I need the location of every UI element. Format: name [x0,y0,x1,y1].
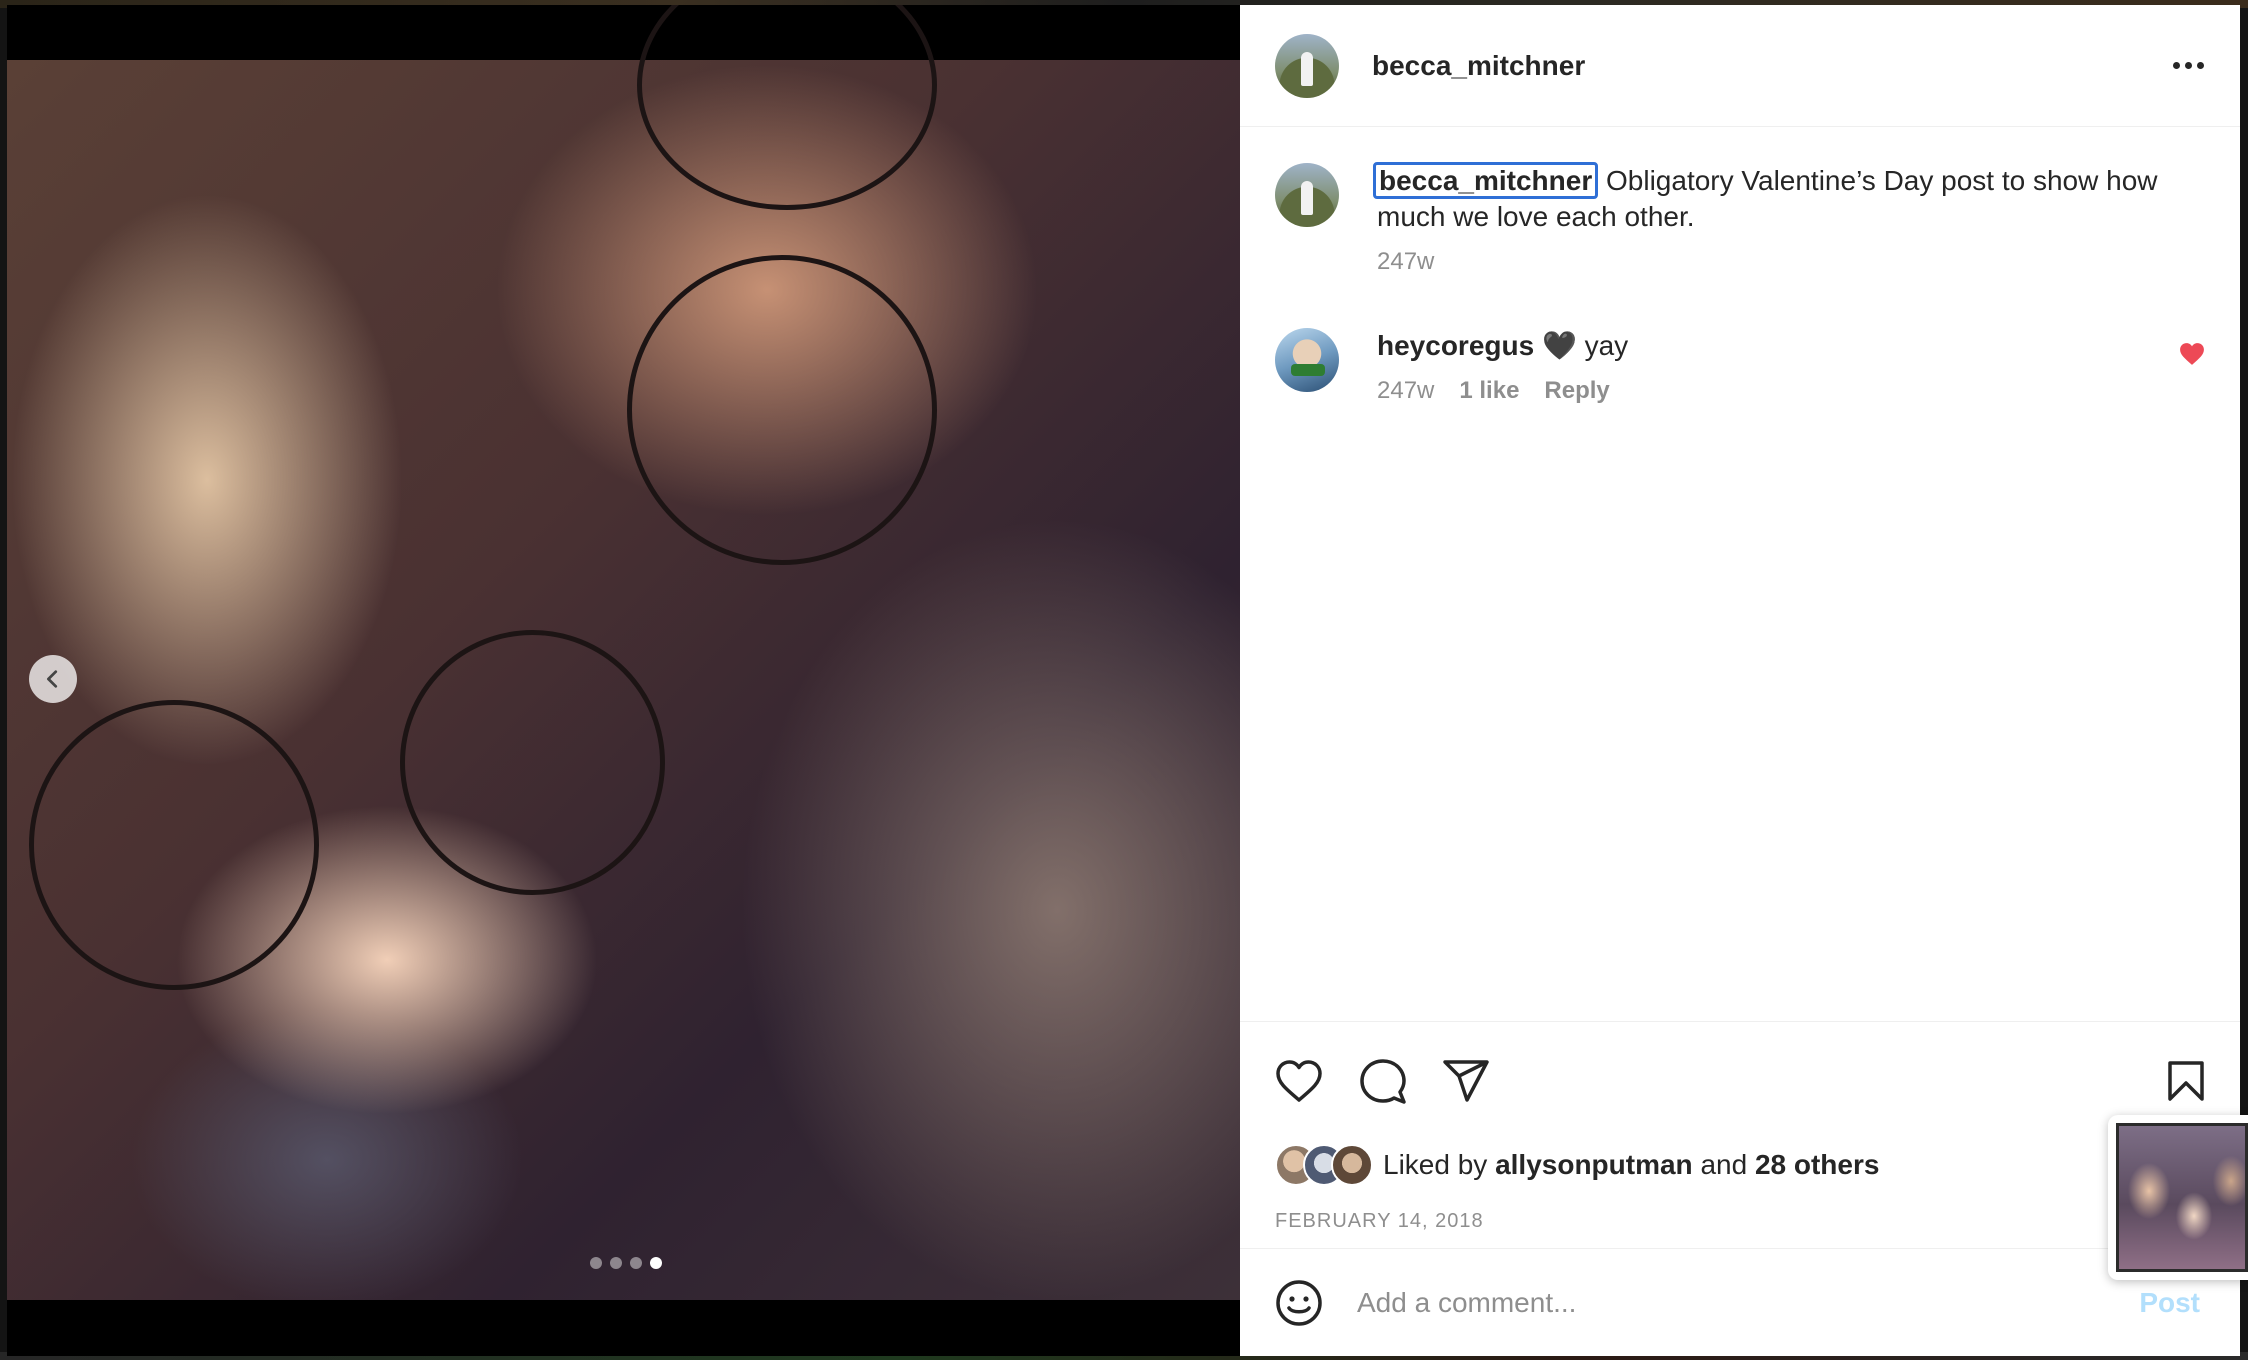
comment-row: heycoregus 🖤 yay 247w 1 like Reply [1275,328,2205,405]
commenter-avatar[interactable] [1275,328,1339,392]
bookmark-icon[interactable] [2167,1060,2205,1102]
comment-meta: 247w 1 like Reply [1377,377,2205,405]
caption-author-link[interactable]: becca_mitchner [1373,162,1599,199]
thumbnail-image [2116,1123,2248,1272]
liked-by-and: and [1700,1149,1748,1180]
add-comment-bar: Post [1240,1248,2240,1356]
action-icons [1275,1058,2205,1104]
heart-icon[interactable] [1275,1059,1323,1103]
comment-reply-button[interactable]: Reply [1544,377,1609,405]
photo-glasses-top-lens-2 [637,5,937,210]
photo-glasses-left-lens [29,700,319,990]
caption-text: becca_mitchner Obligatory Valentine’s Da… [1373,162,2205,235]
commenter-username[interactable]: heycoregus [1377,330,1534,361]
author-username[interactable]: becca_mitchner [1372,50,1585,82]
comment-input[interactable] [1357,1286,2140,1319]
photo-glasses-top-lens [627,255,937,565]
comment-timestamp[interactable]: 247w [1377,377,1434,405]
liker-avatars[interactable] [1275,1144,1373,1186]
more-options-button[interactable] [2173,62,2204,69]
carousel-dot [650,1257,662,1269]
post-media [7,5,1240,1356]
carousel-dot [590,1257,602,1269]
liked-by-others[interactable]: 28 others [1755,1149,1880,1181]
liker-avatar [1331,1144,1373,1186]
author-avatar[interactable] [1275,33,1339,98]
emoji-icon[interactable] [1275,1279,1323,1327]
post-actions: Liked by allysonputman and 28 others FEB… [1240,1021,2240,1233]
post-detail-panel: becca_mitchner becca_mitchner Obligatory… [1240,5,2240,1356]
liked-by-prefix: Liked by [1383,1149,1488,1180]
comment-likes[interactable]: 1 like [1459,377,1519,405]
post-header: becca_mitchner [1240,5,2240,127]
post-date[interactable]: FEBRUARY 14, 2018 [1275,1210,2205,1233]
caption-timestamp[interactable]: 247w [1377,248,1434,276]
liked-by-user[interactable]: allysonputman [1495,1149,1693,1181]
comment-icon[interactable] [1360,1058,1406,1104]
likes-summary: Liked by allysonputman and 28 others [1275,1144,2205,1186]
carousel-prev-button[interactable] [29,655,77,703]
post-photo [7,5,1240,1300]
caption-row: becca_mitchner Obligatory Valentine’s Da… [1275,162,2205,276]
post-comment-button[interactable]: Post [2139,1287,2200,1319]
more-icon [2173,62,2180,69]
comments-list[interactable]: becca_mitchner Obligatory Valentine’s Da… [1240,128,2240,1025]
comment-like-heart-icon[interactable] [2179,342,2205,366]
carousel-indicator [590,1257,662,1269]
carousel-dot [610,1257,622,1269]
chevron-left-icon [47,670,58,688]
caption-meta: 247w [1377,248,2205,276]
share-icon[interactable] [1443,1059,1489,1103]
carousel-dot [630,1257,642,1269]
floating-video-thumbnail[interactable] [2108,1115,2248,1280]
comment-text: heycoregus 🖤 yay [1377,328,2205,364]
photo-glasses-right-lens [400,630,665,895]
caption-author-avatar[interactable] [1275,163,1339,227]
comment-body: 🖤 yay [1541,330,1629,361]
